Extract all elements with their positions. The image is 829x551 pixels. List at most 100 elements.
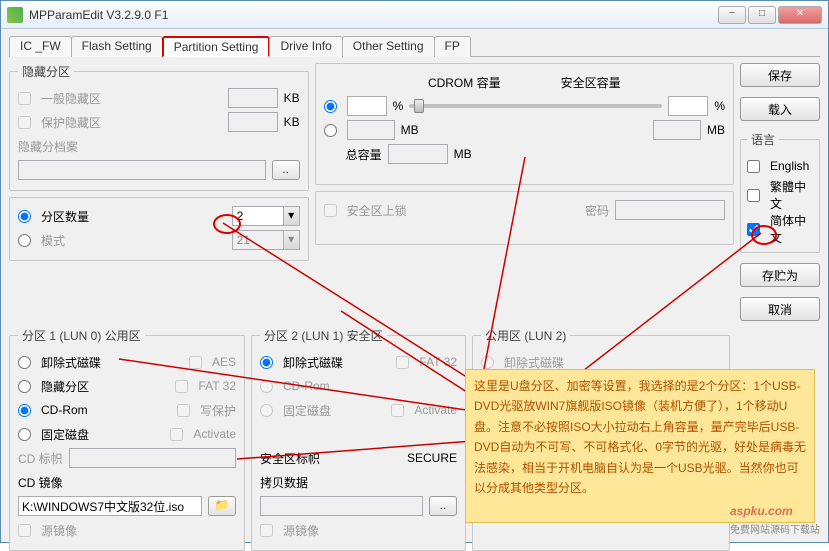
lun1-browse-button[interactable]: .. xyxy=(429,496,457,516)
lun1-seclabel-value: SECURE xyxy=(407,451,457,465)
pct-radio[interactable] xyxy=(324,100,337,113)
pct-label-2: % xyxy=(714,99,725,113)
lun0-cdlabel-label: CD 标帜 xyxy=(18,450,63,467)
lun0-browse-button[interactable]: 📁 xyxy=(208,496,236,516)
minimize-button[interactable]: − xyxy=(718,6,746,24)
cdrom-pct-input[interactable] xyxy=(347,96,387,116)
lun0-legend: 分区 1 (LUN 0) 公用区 xyxy=(18,327,145,344)
lun0-activate-label: Activate xyxy=(193,427,236,441)
lun0-wp-checkbox xyxy=(177,404,190,417)
lun0-hidden-label: 隐藏分区 xyxy=(41,378,89,395)
saveas-button[interactable]: 存贮为 xyxy=(740,263,820,287)
app-window: MPParamEdit V3.2.9.0 F1 − □ ✕ IC _FW Fla… xyxy=(0,0,829,543)
window-title: MPParamEdit V3.2.9.0 F1 xyxy=(29,8,718,22)
kb-label-1: KB xyxy=(284,91,300,105)
mode-label: 模式 xyxy=(41,232,65,249)
protect-hidden-size-input xyxy=(228,112,278,132)
lun1-seclabel-label: 安全区标帜 xyxy=(260,450,320,467)
lun0-group: 分区 1 (LUN 0) 公用区 卸除式磁碟AES 隐藏分区FAT 32 CD-… xyxy=(9,327,245,551)
hidden-partition-legend: 隐藏分区 xyxy=(18,63,74,80)
lun1-copy-input xyxy=(260,496,423,516)
secure-mb-input xyxy=(653,120,701,140)
capacity-slider[interactable] xyxy=(409,104,662,108)
tab-flash-setting[interactable]: Flash Setting xyxy=(71,36,163,57)
tab-partition-setting[interactable]: Partition Setting xyxy=(162,36,271,57)
lun1-activate-checkbox xyxy=(391,404,404,417)
password-label: 密码 xyxy=(585,202,609,219)
cancel-button[interactable]: 取消 xyxy=(740,297,820,321)
tab-bar: IC _FW Flash Setting Partition Setting D… xyxy=(9,35,820,57)
partition-count-radio[interactable] xyxy=(18,210,31,223)
app-icon xyxy=(7,7,23,23)
highlight-circle-2 xyxy=(751,225,777,245)
secure-lock-group: 安全区上锁 密码 xyxy=(315,191,734,245)
lun0-cdrom-label: CD-Rom xyxy=(41,403,88,417)
maximize-button[interactable]: □ xyxy=(748,6,776,24)
cdrom-cap-label: CDROM 容量 xyxy=(428,74,501,91)
general-hidden-checkbox xyxy=(18,92,31,105)
lun0-removable-radio[interactable] xyxy=(18,356,31,369)
hidden-archive-label: 隐藏分档案 xyxy=(18,138,78,155)
general-hidden-size-input xyxy=(228,88,278,108)
lun1-fat32-checkbox xyxy=(396,356,409,369)
chevron-down-icon[interactable]: ▾ xyxy=(283,207,299,225)
total-label: 总容量 xyxy=(346,146,382,163)
lun0-fixed-radio[interactable] xyxy=(18,428,31,441)
secure-lock-checkbox xyxy=(324,204,337,217)
mb-label-3: MB xyxy=(454,147,472,161)
lang-english-label: English xyxy=(770,159,809,173)
lun1-removable-radio[interactable] xyxy=(260,356,273,369)
tab-ic-fw[interactable]: IC _FW xyxy=(9,36,72,57)
watermark-brand: aspku.com xyxy=(730,504,793,518)
lun0-cdimage-label: CD 镜像 xyxy=(18,474,63,491)
close-button[interactable]: ✕ xyxy=(778,6,822,24)
total-input xyxy=(388,144,448,164)
watermark-sub: 免费网站源码下载站 xyxy=(730,521,820,536)
protect-hidden-label: 保护隐藏区 xyxy=(41,114,101,131)
partition-count-combo[interactable]: 2 ▾ xyxy=(232,206,300,226)
browse-hidden-button[interactable]: .. xyxy=(272,160,300,180)
mode-radio[interactable] xyxy=(18,234,31,247)
secure-cap-label: 安全区容量 xyxy=(561,74,621,91)
lun2-removable-label: 卸除式磁碟 xyxy=(504,354,564,371)
lun0-cdlabel-input xyxy=(69,448,236,468)
password-input xyxy=(615,200,725,220)
lun0-cdimage-input[interactable] xyxy=(18,496,202,516)
general-hidden-label: 一般隐藏区 xyxy=(41,90,101,107)
lun0-fat32-checkbox xyxy=(175,380,188,393)
lun0-srcimage-label: 源镜像 xyxy=(41,522,77,539)
kb-label-2: KB xyxy=(284,115,300,129)
lang-english-checkbox[interactable] xyxy=(747,160,760,173)
lun0-cdrom-radio[interactable] xyxy=(18,404,31,417)
lun0-hidden-radio[interactable] xyxy=(18,380,31,393)
hidden-archive-input xyxy=(18,160,266,180)
mb-radio[interactable] xyxy=(324,124,337,137)
watermark: aspku.com 免费网站源码下载站 xyxy=(730,498,820,536)
save-button[interactable]: 保存 xyxy=(740,63,820,87)
lun1-cdrom-label: CD-Rom xyxy=(283,379,330,393)
lun0-fat32-label: FAT 32 xyxy=(198,379,236,393)
tab-other-setting[interactable]: Other Setting xyxy=(342,36,435,57)
mb-label-1: MB xyxy=(401,123,419,137)
tab-fp[interactable]: FP xyxy=(434,36,471,57)
lun1-activate-label: Activate xyxy=(414,403,457,417)
lun0-removable-label: 卸除式磁碟 xyxy=(41,354,101,371)
mode-combo: 21 ▾ xyxy=(232,230,300,250)
secure-lock-label: 安全区上锁 xyxy=(347,202,407,219)
lang-trad-checkbox[interactable] xyxy=(747,189,760,202)
lun0-wp-label: 写保护 xyxy=(200,402,236,419)
titlebar[interactable]: MPParamEdit V3.2.9.0 F1 − □ ✕ xyxy=(1,1,828,29)
highlight-circle-1 xyxy=(213,214,241,234)
lun1-group: 分区 2 (LUN 1) 安全区 卸除式磁碟FAT 32 CD-Rom 固定磁盘… xyxy=(251,327,466,551)
partition-count-label: 分区数量 xyxy=(41,208,89,225)
lun0-srcimage-checkbox xyxy=(18,524,31,537)
capacity-group: CDROM 容量 安全区容量 % % MB xyxy=(315,63,734,185)
hidden-partition-group: 隐藏分区 一般隐藏区 KB 保护隐藏区 KB xyxy=(9,63,309,191)
lun1-fat32-label: FAT 32 xyxy=(419,355,457,369)
mode-value: 21 xyxy=(233,231,283,249)
load-button[interactable]: 载入 xyxy=(740,97,820,121)
lang-simp-label: 简体中文 xyxy=(770,212,813,246)
secure-pct-input[interactable] xyxy=(668,96,708,116)
slider-thumb[interactable] xyxy=(414,99,424,113)
tab-drive-info[interactable]: Drive Info xyxy=(269,36,342,57)
